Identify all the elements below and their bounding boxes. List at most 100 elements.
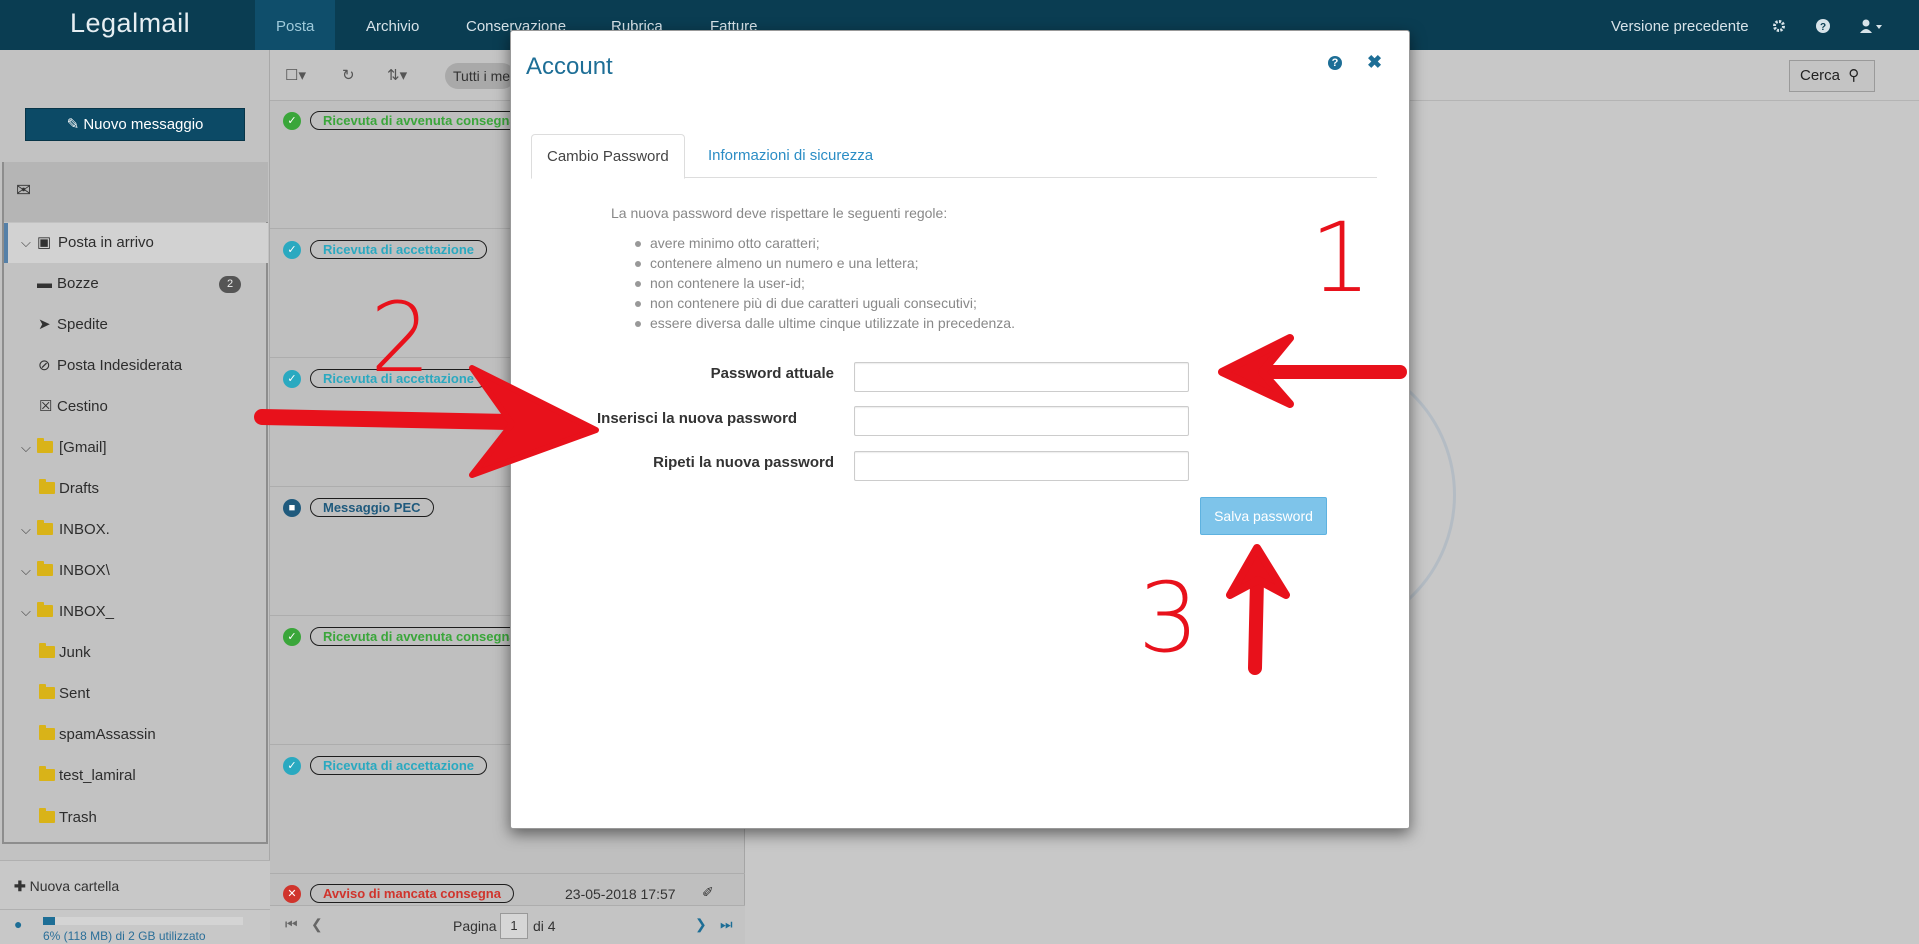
close-icon[interactable]: ✖ bbox=[1367, 52, 1382, 73]
select-all-checkbox[interactable]: ☐▾ bbox=[285, 66, 306, 84]
paperclip-icon: ✐ bbox=[702, 884, 714, 900]
new-password-input[interactable] bbox=[854, 406, 1189, 436]
message-type-badge: Ricevuta di avvenuta consegna bbox=[310, 111, 530, 130]
user-menu-icon[interactable] bbox=[1860, 0, 1882, 50]
gear-icon[interactable] bbox=[1772, 0, 1786, 50]
nav-posta[interactable]: Posta bbox=[255, 0, 336, 50]
account-modal: Account ? ✖ Cambio Password Informazioni… bbox=[510, 30, 1410, 829]
help-icon[interactable]: ? bbox=[1816, 0, 1830, 50]
tab-cambio-password[interactable]: Cambio Password bbox=[531, 134, 685, 179]
message-type-badge: Ricevuta di accettazione bbox=[310, 240, 487, 259]
message-type-badge: Avviso di mancata consegna bbox=[310, 884, 514, 903]
sidebar-item-inbox-dot[interactable]: ⌵ INBOX. bbox=[4, 510, 268, 550]
chevron-down-icon[interactable]: ⌵ bbox=[21, 428, 31, 468]
sidebar: ✎ Nuovo messaggio ✉ ⌵ ▣ Posta in arrivo … bbox=[0, 50, 270, 944]
sidebar-item-sent[interactable]: Sent bbox=[4, 674, 268, 714]
sidebar-item-inbox-backslash[interactable]: ⌵ INBOX\ bbox=[4, 551, 268, 591]
brand-logo[interactable]: Legalmail bbox=[70, 8, 190, 39]
folder-tree: ✉ ⌵ ▣ Posta in arrivo ▬ Bozze 2 ➤ Spedit… bbox=[2, 162, 268, 844]
svg-text:?: ? bbox=[1820, 22, 1826, 33]
next-page-icon[interactable]: ❯ bbox=[695, 916, 707, 933]
chevron-down-icon[interactable]: ⌵ bbox=[21, 510, 31, 550]
password-rule: non contenere più di due caratteri ugual… bbox=[635, 295, 977, 311]
help-icon[interactable]: ? bbox=[1328, 56, 1342, 70]
password-rule: avere minimo otto caratteri; bbox=[635, 235, 820, 251]
edit-icon: ✎ bbox=[66, 116, 80, 133]
new-message-button[interactable]: ✎ Nuovo messaggio bbox=[25, 108, 245, 141]
inbox-icon: ▣ bbox=[37, 234, 52, 251]
plus-icon: ✚ bbox=[14, 878, 26, 894]
folder-icon bbox=[37, 602, 53, 617]
sidebar-item-cestino[interactable]: ☒ Cestino bbox=[4, 387, 268, 427]
tab-informazioni-sicurezza[interactable]: Informazioni di sicurezza bbox=[693, 134, 888, 178]
repeat-password-input[interactable] bbox=[854, 451, 1189, 481]
folder-icon bbox=[39, 479, 55, 494]
sidebar-item-drafts[interactable]: Drafts bbox=[4, 469, 268, 509]
previous-version-link[interactable]: Versione precedente bbox=[1611, 0, 1749, 50]
ban-icon: ⊘ bbox=[38, 357, 51, 374]
repeat-password-label: Ripeti la nuova password bbox=[653, 454, 834, 471]
pagination: ⏮ ❮ Pagina 1 di 4 ❯ ⏭ bbox=[270, 905, 745, 944]
new-folder-button[interactable]: ✚ Nuova cartella bbox=[14, 878, 119, 895]
check-icon: ✓ bbox=[283, 628, 301, 646]
quota-bar-fill bbox=[43, 917, 55, 925]
password-rule: contenere almeno un numero e una lettera… bbox=[635, 255, 919, 271]
last-page-icon[interactable]: ⏭ bbox=[720, 916, 733, 933]
sidebar-item-bozze[interactable]: ▬ Bozze 2 bbox=[4, 264, 268, 304]
folder-icon bbox=[39, 808, 55, 823]
envelope-icon: ✉ bbox=[16, 180, 32, 200]
trash-icon: ☒ bbox=[39, 398, 53, 415]
sidebar-footer: ✚ Nuova cartella ● 6% (118 MB) di 2 GB u… bbox=[0, 860, 270, 944]
chevron-down-icon[interactable]: ⌵ bbox=[21, 592, 31, 632]
refresh-icon[interactable]: ↻ bbox=[342, 66, 355, 84]
sidebar-item-posta-in-arrivo[interactable]: ⌵ ▣ Posta in arrivo bbox=[4, 223, 268, 263]
page-input[interactable]: 1 bbox=[500, 913, 528, 939]
password-rules-intro: La nuova password deve rispettare le seg… bbox=[611, 205, 948, 221]
sidebar-item-inbox-underscore[interactable]: ⌵ INBOX_ bbox=[4, 592, 268, 632]
sidebar-item-posta-indesiderata[interactable]: ⊘ Posta Indesiderata bbox=[4, 346, 268, 386]
check-icon: ✓ bbox=[283, 370, 301, 388]
lock-icon: ■ bbox=[283, 499, 301, 517]
current-password-label: Password attuale bbox=[710, 365, 834, 382]
folder-icon bbox=[37, 438, 53, 453]
sort-icon[interactable]: ⇅▾ bbox=[387, 66, 407, 84]
message-row[interactable]: ✕ Avviso di mancata consegna 23-05-2018 … bbox=[270, 875, 745, 905]
folder-open-icon: ▬ bbox=[37, 275, 52, 292]
password-rule: non contenere la user-id; bbox=[635, 275, 805, 291]
message-type-badge: Messaggio PEC bbox=[310, 498, 434, 517]
search-icon: ⚲ bbox=[1848, 67, 1860, 84]
search-button[interactable]: Cerca ⚲ bbox=[1789, 60, 1875, 92]
quota-bar bbox=[43, 917, 243, 925]
unread-count-badge: 2 bbox=[219, 276, 241, 293]
chevron-down-icon[interactable]: ⌵ bbox=[21, 223, 31, 263]
sidebar-item-trash[interactable]: Trash bbox=[4, 798, 268, 838]
filter-dropdown[interactable]: Tutti i me bbox=[445, 63, 515, 89]
current-password-input[interactable] bbox=[854, 362, 1189, 392]
sidebar-item-test-lamiral[interactable]: test_lamiral bbox=[4, 756, 268, 796]
message-type-badge: Ricevuta di accettazione bbox=[310, 756, 487, 775]
save-password-button[interactable]: Salva password bbox=[1200, 497, 1327, 535]
send-icon: ➤ bbox=[38, 316, 51, 333]
password-rule: essere diversa dalle ultime cinque utili… bbox=[635, 315, 1015, 331]
folder-icon bbox=[39, 766, 55, 781]
new-password-label: Inserisci la nuova password bbox=[597, 410, 798, 427]
sidebar-item-gmail[interactable]: ⌵ [Gmail] bbox=[4, 428, 268, 468]
nav-archivio[interactable]: Archivio bbox=[345, 0, 440, 50]
folder-icon bbox=[39, 725, 55, 740]
user-icon: ● bbox=[14, 916, 23, 932]
quota-text: 6% (118 MB) di 2 GB utilizzato bbox=[43, 929, 206, 943]
sidebar-item-junk[interactable]: Junk bbox=[4, 633, 268, 673]
first-page-icon[interactable]: ⏮ bbox=[285, 916, 298, 933]
annotation-number-1: 1 bbox=[1310, 202, 1372, 314]
message-type-badge: Ricevuta di avvenuta consegna bbox=[310, 627, 530, 646]
sidebar-item-spamassassin[interactable]: spamAssassin bbox=[4, 715, 268, 755]
page-total: di 4 bbox=[533, 918, 556, 934]
modal-title: Account bbox=[526, 53, 613, 80]
sidebar-item-spedite[interactable]: ➤ Spedite bbox=[4, 305, 268, 345]
check-icon: ✓ bbox=[283, 757, 301, 775]
pagination-label: Pagina bbox=[453, 918, 497, 934]
prev-page-icon[interactable]: ❮ bbox=[311, 916, 323, 933]
annotation-number-3: 3 bbox=[1138, 562, 1200, 674]
chevron-down-icon[interactable]: ⌵ bbox=[21, 551, 31, 591]
mailbox-header: ✉ bbox=[4, 162, 268, 222]
